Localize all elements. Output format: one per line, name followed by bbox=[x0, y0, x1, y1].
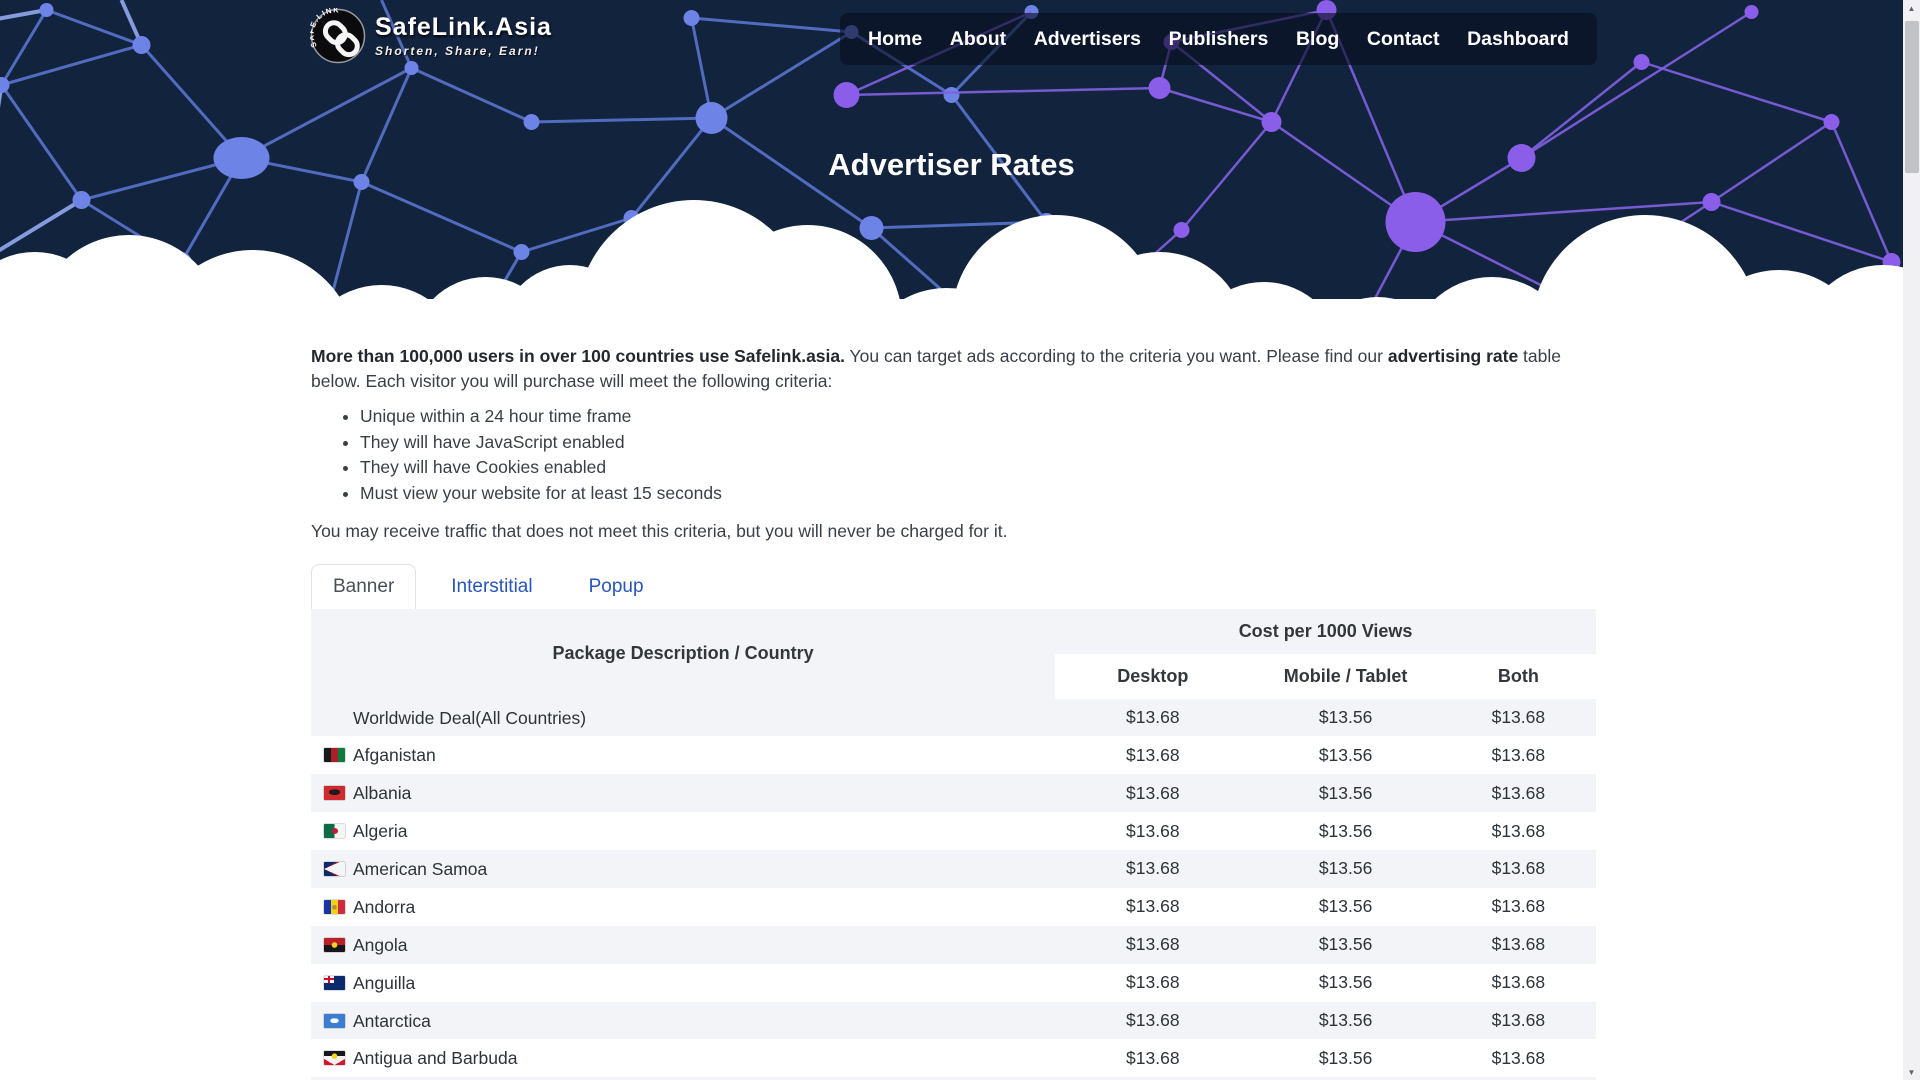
country-cell: Anguilla bbox=[311, 964, 1055, 1002]
table-row: Anguilla $13.68$13.56$13.68 bbox=[311, 964, 1596, 1002]
price-desktop: $13.68 bbox=[1055, 736, 1250, 774]
table-row: American Samoa $13.68$13.56$13.68 bbox=[311, 850, 1596, 888]
scrollbar-thumb[interactable] bbox=[1905, 21, 1919, 173]
flag-placeholder bbox=[324, 711, 345, 725]
price-mobile-tablet: $13.56 bbox=[1250, 850, 1440, 888]
price-both: $13.68 bbox=[1441, 812, 1596, 850]
vertical-scrollbar[interactable]: ▲ ▼ bbox=[1903, 0, 1920, 1080]
country-cell: Algeria bbox=[311, 812, 1055, 850]
country-name: Antarctica bbox=[353, 1010, 431, 1030]
price-mobile-tablet: $13.56 bbox=[1250, 1039, 1440, 1077]
price-both: $13.68 bbox=[1441, 926, 1596, 964]
table-row: Algeria $13.68$13.56$13.68 bbox=[311, 812, 1596, 850]
price-both: $13.68 bbox=[1441, 1002, 1596, 1040]
main-content: More than 100,000 users in over 100 coun… bbox=[311, 344, 1596, 1080]
price-both: $13.68 bbox=[1441, 964, 1596, 1002]
price-desktop: $13.68 bbox=[1055, 1002, 1250, 1040]
price-both: $13.68 bbox=[1441, 1039, 1596, 1077]
note-paragraph: You may receive traffic that does not me… bbox=[311, 521, 1596, 542]
criteria-list: Unique within a 24 hour time frame They w… bbox=[311, 406, 1596, 504]
antarctica-flag-icon bbox=[324, 1014, 345, 1028]
country-name: Algeria bbox=[353, 821, 407, 841]
price-desktop: $13.68 bbox=[1055, 774, 1250, 812]
column-header-country: Package Description / Country bbox=[311, 609, 1055, 699]
country-cell: Worldwide Deal(All Countries) bbox=[311, 699, 1055, 737]
tab-banner[interactable]: Banner bbox=[311, 564, 416, 609]
criteria-item: They will have Cookies enabled bbox=[360, 457, 1596, 478]
country-name: Albania bbox=[353, 783, 411, 803]
tab-popup[interactable]: Popup bbox=[568, 565, 665, 609]
country-cell: Afganistan bbox=[311, 736, 1055, 774]
country-name: Afganistan bbox=[353, 745, 436, 765]
price-mobile-tablet: $13.56 bbox=[1250, 699, 1440, 737]
country-cell: Albania bbox=[311, 774, 1055, 812]
algeria-flag-icon bbox=[324, 824, 345, 838]
hero-header: SAFE.LINK SafeLink.Asia Shorten, Share, … bbox=[0, 0, 1903, 310]
angola-flag-icon bbox=[324, 938, 345, 952]
criteria-item: Unique within a 24 hour time frame bbox=[360, 406, 1596, 427]
price-mobile-tablet: $13.56 bbox=[1250, 1002, 1440, 1040]
table-row: Worldwide Deal(All Countries) $13.68$13.5… bbox=[311, 699, 1596, 737]
column-header-desktop: Desktop bbox=[1055, 654, 1250, 699]
country-name: Angola bbox=[353, 935, 408, 955]
price-mobile-tablet: $13.56 bbox=[1250, 812, 1440, 850]
intro-bold-lead: More than 100,000 users in over 100 coun… bbox=[311, 346, 845, 366]
tab-bar: Banner Interstitial Popup bbox=[311, 564, 1596, 609]
column-header-both: Both bbox=[1441, 654, 1596, 699]
table-row: Antigua and Barbuda $13.68$13.56$13.68 bbox=[311, 1039, 1596, 1077]
price-both: $13.68 bbox=[1441, 736, 1596, 774]
price-desktop: $13.68 bbox=[1055, 850, 1250, 888]
country-cell: Angola bbox=[311, 926, 1055, 964]
table-row: Afganistan $13.68$13.56$13.68 bbox=[311, 736, 1596, 774]
cloud-border bbox=[0, 0, 1903, 310]
price-mobile-tablet: $13.56 bbox=[1250, 926, 1440, 964]
country-name: Antigua and Barbuda bbox=[353, 1048, 517, 1068]
country-cell: American Samoa bbox=[311, 850, 1055, 888]
price-desktop: $13.68 bbox=[1055, 926, 1250, 964]
price-desktop: $13.68 bbox=[1055, 699, 1250, 737]
anguilla-flag-icon bbox=[324, 976, 345, 990]
intro-paragraph: More than 100,000 users in over 100 coun… bbox=[311, 344, 1596, 393]
intro-bold-rate: advertising rate bbox=[1388, 346, 1518, 366]
rates-table: Package Description / Country Cost per 1… bbox=[311, 609, 1596, 1080]
criteria-item: Must view your website for at least 15 s… bbox=[360, 483, 1596, 504]
country-name: Anguilla bbox=[353, 973, 415, 993]
price-desktop: $13.68 bbox=[1055, 812, 1250, 850]
price-both: $13.68 bbox=[1441, 774, 1596, 812]
country-cell: Antigua and Barbuda bbox=[311, 1039, 1055, 1077]
country-name: American Samoa bbox=[353, 859, 487, 879]
table-row: Antarctica $13.68$13.56$13.68 bbox=[311, 1002, 1596, 1040]
table-row: Andorra $13.68$13.56$13.68 bbox=[311, 888, 1596, 926]
country-cell: Andorra bbox=[311, 888, 1055, 926]
country-cell: Antarctica bbox=[311, 1002, 1055, 1040]
column-header-mobile-tablet: Mobile / Tablet bbox=[1250, 654, 1440, 699]
table-row: Angola $13.68$13.56$13.68 bbox=[311, 926, 1596, 964]
price-mobile-tablet: $13.56 bbox=[1250, 736, 1440, 774]
country-name: Andorra bbox=[353, 897, 415, 917]
antigua-and-barbuda-flag-icon bbox=[324, 1051, 345, 1065]
andorra-flag-icon bbox=[324, 900, 345, 914]
price-mobile-tablet: $13.56 bbox=[1250, 888, 1440, 926]
table-row: Albania $13.68$13.56$13.68 bbox=[311, 774, 1596, 812]
albania-flag-icon bbox=[324, 786, 345, 800]
price-both: $13.68 bbox=[1441, 699, 1596, 737]
price-both: $13.68 bbox=[1441, 888, 1596, 926]
price-desktop: $13.68 bbox=[1055, 1039, 1250, 1077]
afganistan-flag-icon bbox=[324, 748, 345, 762]
price-mobile-tablet: $13.56 bbox=[1250, 964, 1440, 1002]
country-name: Worldwide Deal(All Countries) bbox=[353, 707, 586, 727]
column-group-header: Cost per 1000 Views bbox=[1055, 609, 1596, 654]
criteria-item: They will have JavaScript enabled bbox=[360, 432, 1596, 453]
scroll-down-button[interactable]: ▼ bbox=[1903, 1064, 1920, 1080]
intro-middle: You can target ads according to the crit… bbox=[845, 346, 1388, 366]
price-mobile-tablet: $13.56 bbox=[1250, 774, 1440, 812]
scroll-up-button[interactable]: ▲ bbox=[1903, 0, 1920, 16]
american-samoa-flag-icon bbox=[324, 862, 345, 876]
tab-interstitial[interactable]: Interstitial bbox=[430, 565, 553, 609]
price-desktop: $13.68 bbox=[1055, 964, 1250, 1002]
price-desktop: $13.68 bbox=[1055, 888, 1250, 926]
price-both: $13.68 bbox=[1441, 850, 1596, 888]
